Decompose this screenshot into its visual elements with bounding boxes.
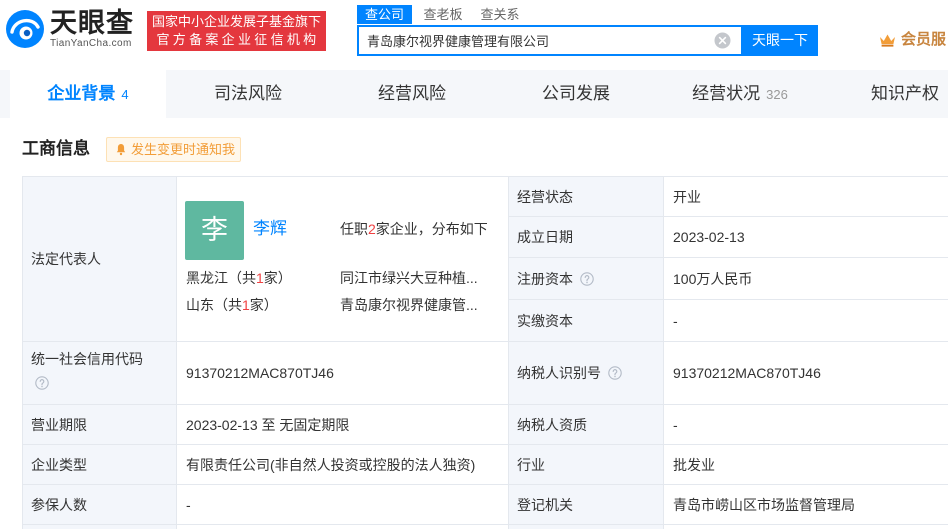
- search-box: [357, 25, 743, 56]
- taxpayer-id-label-cell: 纳税人识别号: [508, 341, 664, 405]
- notify-on-change-button[interactable]: 发生变更时通知我: [106, 137, 241, 162]
- status-label: 经营状态: [508, 176, 664, 217]
- notify-label: 发生变更时通知我: [131, 142, 236, 157]
- taxpayer-id-label: 纳税人识别号: [517, 365, 601, 381]
- industry-label: 行业: [508, 444, 664, 485]
- related-company-link[interactable]: 青岛康尔视界健康管...: [340, 296, 500, 314]
- tab-label: 经营状况: [692, 84, 761, 103]
- positions-summary: 任职2家企业，分布如下: [340, 220, 488, 238]
- top-header: 天眼查 TianYanCha.com 国家中小企业发展子基金旗下 官方备案企业征…: [0, 0, 948, 70]
- region-count: 1: [242, 297, 250, 313]
- region-count: 1: [256, 270, 264, 286]
- tab-label: 司法风险: [214, 84, 282, 103]
- region-item[interactable]: 黑龙江（共1家）: [186, 269, 292, 287]
- credit-code-label: 统一社会信用代码: [31, 351, 143, 367]
- region-suffix: 家）: [249, 297, 278, 313]
- company-type-label: 企业类型: [22, 444, 177, 485]
- region-suffix: 家）: [263, 270, 292, 286]
- tab-operating-status[interactable]: 经营状况 326: [658, 70, 822, 118]
- business-term-label: 营业期限: [22, 404, 177, 445]
- summary-prefix: 任职: [340, 221, 368, 237]
- summary-suffix: 家企业，分布如下: [375, 221, 488, 237]
- crown-icon: [880, 34, 895, 47]
- insured-count-label: 参保人数: [22, 484, 177, 525]
- tab-label: 经营风险: [378, 84, 446, 103]
- site-logo[interactable]: 天眼查 TianYanCha.com: [5, 8, 137, 50]
- search-tab-company[interactable]: 查公司: [357, 5, 412, 24]
- related-company-link[interactable]: 同江市绿兴大豆种植...: [340, 269, 500, 287]
- legal-rep-cell: 李 李辉 任职2家企业，分布如下 黑龙江（共1家） 同江市绿兴大豆种植... 山…: [176, 176, 509, 342]
- credit-code-label-cell: 统一社会信用代码: [22, 341, 177, 405]
- tab-count: 326: [766, 87, 788, 102]
- tab-company-development[interactable]: 公司发展: [494, 70, 658, 118]
- tab-judicial-risk[interactable]: 司法风险: [166, 70, 330, 118]
- section-title: 工商信息: [22, 139, 90, 158]
- company-nav-tabs: 企业背景 4 司法风险 经营风险 公司发展 经营状况 326 知识产权: [0, 70, 948, 118]
- status-value: 开业: [663, 176, 948, 217]
- bell-icon: [116, 144, 126, 156]
- tab-intellectual-property[interactable]: 知识产权: [822, 70, 948, 118]
- insured-count-value: -: [176, 484, 509, 525]
- taxpayer-id-value: 91370212MAC870TJ46: [663, 341, 948, 405]
- industry-value: 批发业: [663, 444, 948, 485]
- clear-icon[interactable]: [714, 32, 731, 49]
- tab-count: 4: [121, 87, 129, 102]
- legal-rep-box: 李 李辉 任职2家企业，分布如下 黑龙江（共1家） 同江市绿兴大豆种植... 山…: [178, 178, 508, 341]
- tab-operating-risk[interactable]: 经营风险: [330, 70, 494, 118]
- taxpayer-qualification-label: 纳税人资质: [508, 404, 664, 445]
- search-button[interactable]: 天眼一下: [742, 25, 818, 56]
- table-cell: [663, 524, 948, 529]
- table-row: 法定代表人 李 李辉 任职2家企业，分布如下 黑龙江（共1家） 同江市绿兴大豆种…: [22, 176, 948, 342]
- region-prefix: 黑龙江（共: [186, 270, 256, 286]
- credit-code-value: 91370212MAC870TJ46: [176, 341, 509, 405]
- badge-line-2: 官方备案企业征信机构: [156, 32, 320, 47]
- search-tab-relation[interactable]: 查关系: [475, 5, 525, 24]
- registered-capital-label-cell: 注册资本: [508, 257, 664, 300]
- table-row: 营业期限 2023-02-13 至 无固定期限 纳税人资质 -: [22, 404, 948, 445]
- table-row: 参保人数 - 登记机关 青岛市崂山区市场监督管理局: [22, 484, 948, 525]
- tianyancha-eye-logo: [6, 10, 44, 48]
- tab-label: 企业背景: [47, 84, 116, 103]
- tab-label: 知识产权: [871, 84, 939, 103]
- badge-line-1: 国家中小企业发展子基金旗下: [151, 14, 321, 29]
- table-cell: [508, 524, 664, 529]
- tab-company-background[interactable]: 企业背景 4: [10, 70, 166, 118]
- avatar[interactable]: 李: [185, 201, 244, 260]
- table-row: 企业类型 有限责任公司(非自然人投资或控股的法人独资) 行业 批发业: [22, 444, 948, 485]
- member-service-link[interactable]: 会员服: [879, 30, 948, 50]
- paid-in-capital-value: -: [663, 299, 948, 342]
- logo-name: 天眼查: [50, 8, 134, 38]
- registration-authority-label: 登记机关: [508, 484, 664, 525]
- business-term-value: 2023-02-13 至 无固定期限: [176, 404, 509, 445]
- founded-label: 成立日期: [508, 216, 664, 258]
- official-badge: 国家中小企业发展子基金旗下 官方备案企业征信机构: [147, 11, 326, 51]
- registered-capital-value: 100万人民币: [663, 257, 948, 300]
- help-circle-icon[interactable]: [580, 271, 594, 286]
- search-tab-boss[interactable]: 查老板: [418, 5, 468, 24]
- taxpayer-qualification-value: -: [663, 404, 948, 445]
- company-type-value: 有限责任公司(非自然人投资或控股的法人独资): [176, 444, 509, 485]
- table-cell: [22, 524, 177, 529]
- region-item[interactable]: 山东（共1家）: [186, 296, 278, 314]
- region-prefix: 山东（共: [186, 297, 242, 313]
- founded-value: 2023-02-13: [663, 216, 948, 258]
- help-circle-icon[interactable]: [35, 376, 49, 390]
- paid-in-capital-label: 实缴资本: [508, 299, 664, 342]
- table-row: 统一社会信用代码 91370212MAC870TJ46 纳税人识别号 91370…: [22, 341, 948, 405]
- business-info-table: 法定代表人 李 李辉 任职2家企业，分布如下 黑龙江（共1家） 同江市绿兴大豆种…: [22, 176, 948, 529]
- legal-rep-name-link[interactable]: 李辉: [253, 219, 287, 239]
- registered-capital-label: 注册资本: [517, 270, 573, 287]
- tab-label: 公司发展: [542, 84, 610, 103]
- logo-domain: TianYanCha.com: [50, 38, 132, 49]
- table-row-partial: [22, 524, 948, 529]
- legal-rep-label: 法定代表人: [22, 176, 177, 342]
- member-label: 会员服: [901, 31, 947, 48]
- table-cell: [176, 524, 509, 529]
- registration-authority-value: 青岛市崂山区市场监督管理局: [663, 484, 948, 525]
- help-circle-icon[interactable]: [608, 366, 622, 380]
- positions-count: 2: [368, 221, 376, 237]
- search-input[interactable]: [359, 27, 709, 54]
